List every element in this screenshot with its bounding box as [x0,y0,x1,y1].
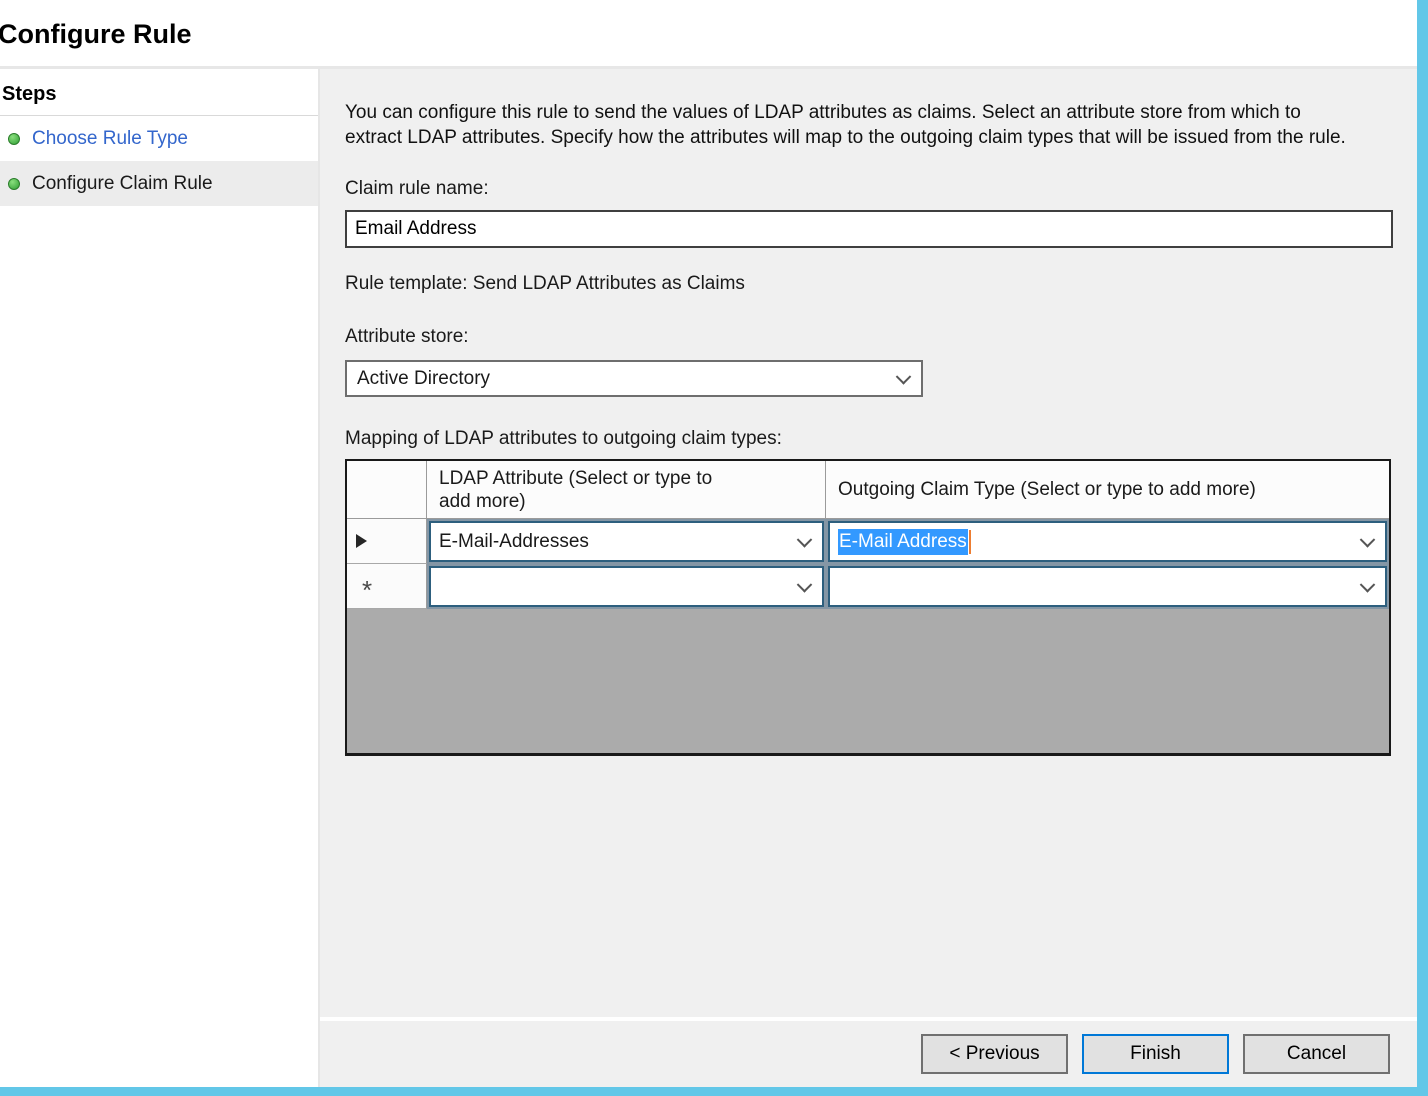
grid-empty-area [347,609,1389,753]
row-header-new[interactable]: * [347,564,427,609]
chevron-down-icon[interactable] [896,369,912,385]
window-border-right [1417,0,1428,1096]
ldap-attribute-dropdown-row2[interactable] [429,566,824,607]
attribute-store-dropdown[interactable]: Active Directory [345,360,923,397]
table-row-cell: E-Mail-Addresses [427,519,826,564]
attribute-store-value: Active Directory [357,368,490,390]
cancel-button[interactable]: Cancel [1243,1034,1390,1074]
previous-button[interactable]: < Previous [921,1034,1068,1074]
page-title: Configure Rule [0,0,1417,50]
row-header-current[interactable] [347,519,427,564]
chevron-down-icon[interactable] [797,577,813,593]
outgoing-claim-type-dropdown-row2[interactable] [828,566,1387,607]
attribute-store-label: Attribute store: [345,326,1395,348]
column-header-outgoing-claim-type: Outgoing Claim Type (Select or type to a… [826,461,1389,519]
grid-corner-header [347,461,427,519]
steps-heading: Steps [0,83,318,116]
new-row-icon: * [362,575,372,606]
steps-sidebar: Steps Choose Rule Type Configure Claim R… [0,69,320,1087]
claim-rule-name-input[interactable] [345,210,1393,248]
window-border-bottom [0,1087,1428,1096]
current-row-icon [356,534,367,548]
text-caret [969,530,971,554]
wizard-header: Configure Rule [0,0,1417,69]
step-label: Configure Claim Rule [32,173,213,195]
chevron-down-icon[interactable] [1360,532,1376,548]
ldap-attribute-value: E-Mail-Addresses [439,531,589,553]
wizard-page-content: You can configure this rule to send the … [320,69,1417,1017]
sidebar-item-configure-claim-rule[interactable]: Configure Claim Rule [0,161,318,206]
table-row-cell [427,564,826,609]
mapping-grid: LDAP Attribute (Select or type to add mo… [345,459,1391,756]
step-label[interactable]: Choose Rule Type [32,128,188,150]
table-row-cell: E-Mail Address [826,519,1389,564]
ldap-attribute-dropdown-row1[interactable]: E-Mail-Addresses [429,521,824,562]
outgoing-claim-type-value: E-Mail Address [838,529,968,555]
mapping-label: Mapping of LDAP attributes to outgoing c… [345,428,1395,450]
chevron-down-icon[interactable] [797,532,813,548]
outgoing-claim-type-dropdown-row1[interactable]: E-Mail Address [828,521,1387,562]
finish-button[interactable]: Finish [1082,1034,1229,1074]
claim-rule-name-label: Claim rule name: [345,178,1395,200]
table-row-cell [826,564,1389,609]
rule-template-text: Rule template: Send LDAP Attributes as C… [345,273,1395,295]
chevron-down-icon[interactable] [1360,577,1376,593]
page-description: You can configure this rule to send the … [345,100,1357,150]
configure-rule-wizard: Configure Rule Steps Choose Rule Type Co… [0,0,1417,1087]
wizard-button-bar: < Previous Finish Cancel [320,1017,1417,1087]
step-completed-icon [8,178,20,190]
sidebar-item-choose-rule-type[interactable]: Choose Rule Type [0,116,318,161]
step-completed-icon [8,133,20,145]
column-header-ldap-attribute: LDAP Attribute (Select or type to add mo… [427,461,826,519]
